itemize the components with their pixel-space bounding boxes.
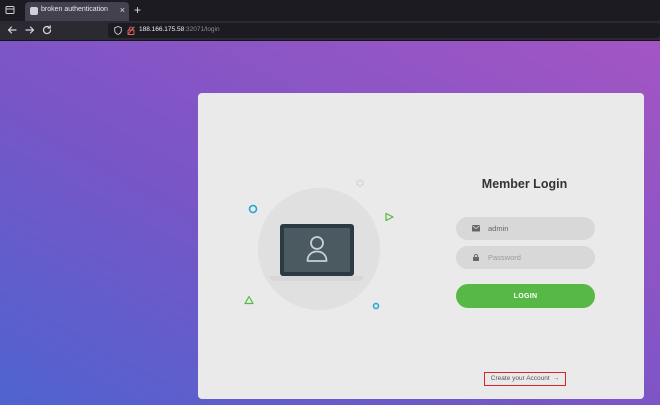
url-path: :32071/login — [184, 26, 220, 33]
laptop-screen — [280, 224, 354, 276]
tab-list-icon[interactable] — [5, 5, 15, 15]
reload-icon[interactable] — [41, 24, 53, 36]
small-blue-ring-decoration — [372, 302, 380, 310]
login-button[interactable]: LOGIN — [456, 284, 595, 308]
address-bar[interactable]: 188.166.175.58:32071/login — [108, 23, 660, 38]
new-tab-button[interactable]: + — [134, 3, 141, 17]
login-card: Member Login LOGIN Create your Account→ — [198, 93, 644, 399]
email-field[interactable] — [456, 217, 595, 240]
login-illustration — [243, 173, 403, 313]
lock-icon — [473, 254, 479, 261]
create-account-link[interactable]: Create your Account → — [484, 372, 566, 386]
envelope-icon — [472, 225, 480, 232]
url-text[interactable]: 188.166.175.58:32071/login — [139, 26, 220, 33]
tab-title: broken authentication — [41, 6, 108, 13]
arrow-right-icon: → — [552, 375, 560, 382]
browser-window: broken authentication × + 188.166.175.58… — [0, 0, 660, 405]
insecure-lock-icon[interactable] — [127, 26, 135, 35]
green-play-triangle-decoration — [385, 212, 394, 222]
tab-broken-authentication[interactable]: broken authentication × — [25, 2, 129, 21]
laptop-display — [284, 228, 350, 272]
navigation-bar: 188.166.175.58:32071/login — [0, 21, 660, 41]
create-account-label: Create your Account — [490, 375, 550, 382]
blue-ring-decoration — [248, 204, 258, 214]
close-tab-icon[interactable]: × — [120, 5, 125, 15]
user-icon — [306, 236, 328, 262]
login-title: Member Login — [481, 177, 568, 191]
url-host: 188.166.175.58 — [139, 26, 185, 33]
laptop-base — [270, 276, 364, 281]
grey-hexagon-decoration — [356, 179, 364, 187]
tab-bar: broken authentication × + — [0, 0, 660, 21]
page-background: Member Login LOGIN Create your Account→ — [0, 41, 660, 405]
page-icon — [30, 7, 38, 15]
email-input[interactable] — [488, 221, 583, 235]
green-triangle-decoration — [244, 295, 254, 305]
password-input[interactable] — [488, 250, 583, 264]
shield-icon[interactable] — [114, 26, 122, 35]
password-field[interactable] — [456, 246, 595, 269]
arrow-right-icon[interactable] — [24, 24, 36, 36]
arrow-left-icon[interactable] — [6, 24, 18, 36]
